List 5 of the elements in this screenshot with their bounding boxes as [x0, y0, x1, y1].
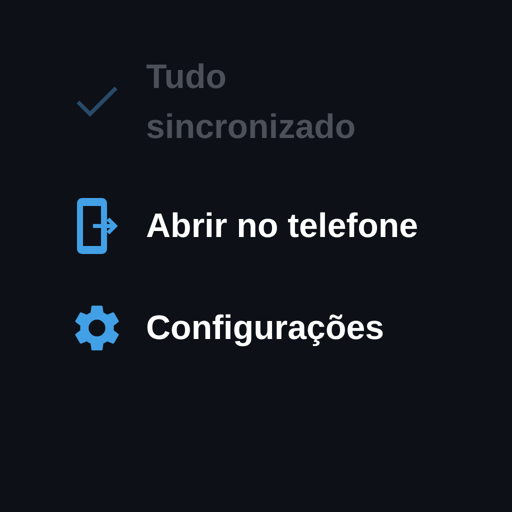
phone-exit-icon [75, 196, 119, 256]
menu-item-label: Tudo sincronizado [146, 57, 357, 148]
menu-item-label[interactable]: Configurações [146, 303, 431, 353]
check-icon [75, 85, 119, 119]
menu-item-label[interactable]: Abrir no telefone [146, 201, 431, 251]
